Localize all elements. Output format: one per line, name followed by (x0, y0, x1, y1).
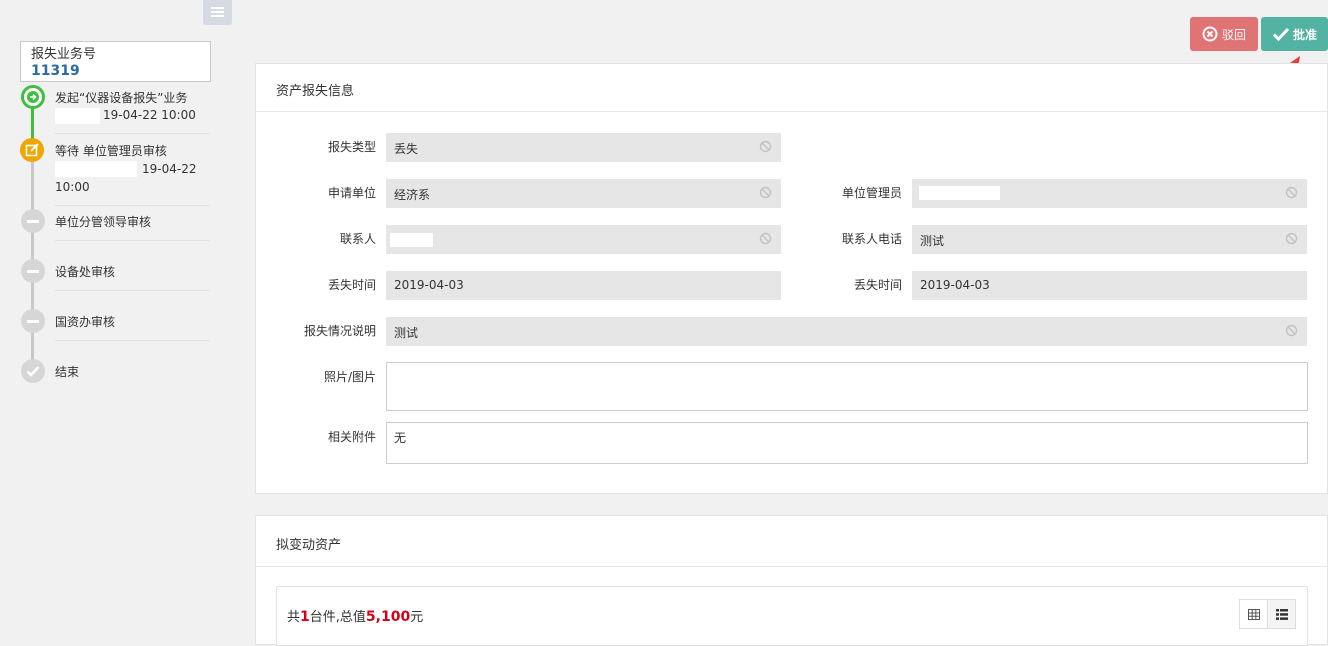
list-icon (1275, 608, 1288, 620)
loss-time-2-value: 2019-04-03 (920, 278, 990, 292)
step-1-time: 19-04-22 10:00 (103, 108, 196, 122)
step-6-title: 结束 (55, 365, 80, 379)
loss-time-2-label: 丢失时间 (853, 278, 902, 292)
pending-minus-icon (21, 259, 45, 283)
redacted-mask (390, 233, 433, 247)
contact-phone-value: 测试 (920, 234, 945, 248)
assets-summary: 共1台件,总值5,100元 (287, 606, 423, 625)
close-circle-icon (1202, 26, 1218, 42)
step-3-title: 单位分管领导审核 (55, 215, 152, 229)
photo-area[interactable] (386, 362, 1308, 411)
photo-label: 照片/图片 (323, 370, 376, 384)
business-number-label: 报失业务号 (31, 47, 97, 62)
step-divider (55, 290, 210, 291)
redacted-mask (919, 186, 1000, 200)
loss-type-field[interactable]: 丢失 (386, 133, 781, 162)
step-1-title: 发起“仪器设备报失”业务 (55, 91, 188, 105)
step-divider (55, 340, 210, 341)
disabled-icon (1285, 186, 1298, 199)
contact-phone-field[interactable]: 测试 (912, 225, 1307, 254)
loss-type-value: 丢失 (394, 142, 419, 156)
list-view-button[interactable] (1267, 599, 1296, 629)
step-5-title: 国资办审核 (55, 315, 116, 329)
hamburger-icon-bar (211, 11, 224, 13)
step-2-title: 等待 单位管理员审核 (55, 144, 167, 158)
hamburger-icon-bar (211, 15, 224, 17)
recall-button-label: 驳回 (1221, 27, 1246, 42)
loss-time-field[interactable]: 2019-04-03 (386, 271, 781, 300)
disabled-icon (759, 140, 772, 153)
contact-label: 联系人 (339, 232, 376, 246)
redacted-mask (55, 161, 137, 177)
step-2-time: 19-04-22 (142, 162, 197, 176)
apply-unit-field[interactable]: 经济系 (386, 179, 781, 208)
disabled-icon (759, 232, 772, 245)
summary-prefix: 共 (287, 610, 301, 625)
recall-button[interactable]: 驳回 (1190, 17, 1258, 51)
step-divider (55, 240, 210, 241)
loss-info-title: 资产报失信息 (256, 64, 1327, 112)
loss-time-value: 2019-04-03 (394, 278, 464, 292)
approve-button[interactable]: 批准 (1261, 17, 1328, 51)
summary-mid: 台件,总值 (309, 610, 366, 625)
disabled-icon (1285, 324, 1298, 337)
check-icon (21, 359, 45, 383)
disabled-icon (1285, 232, 1298, 245)
description-value: 测试 (394, 326, 419, 340)
hamburger-icon (211, 7, 224, 9)
pending-minus-icon (21, 309, 45, 333)
apply-unit-value: 经济系 (394, 188, 431, 202)
unit-admin-label: 单位管理员 (841, 186, 902, 200)
grid-icon (1247, 608, 1260, 620)
business-number-value: 11319 (31, 63, 80, 79)
contact-phone-label: 联系人电话 (841, 232, 902, 246)
pending-minus-icon (21, 209, 45, 233)
assets-title: 拟变动资产 (256, 516, 1327, 567)
attachment-area[interactable]: 无 (386, 422, 1308, 464)
grid-view-button[interactable] (1239, 599, 1268, 629)
step-4-title: 设备处审核 (55, 265, 116, 279)
edit-icon (20, 138, 44, 162)
disabled-icon (759, 186, 772, 199)
assets-summary-box (276, 586, 1308, 646)
timeline-line-done (31, 108, 34, 142)
business-number-box: 报失业务号 11319 (20, 41, 211, 82)
asset-count: 1 (300, 609, 310, 625)
description-label: 报失情况说明 (303, 324, 376, 338)
description-field[interactable]: 测试 (386, 317, 1307, 346)
step-divider (55, 133, 210, 134)
attachment-label: 相关附件 (327, 430, 376, 444)
redacted-mask (55, 108, 100, 124)
loss-time-2-field[interactable]: 2019-04-03 (912, 271, 1307, 300)
contact-field[interactable] (386, 225, 781, 254)
apply-unit-label: 申请单位 (327, 186, 376, 200)
step-done-icon (21, 85, 45, 109)
checkmark-icon (1272, 27, 1290, 42)
approve-button-label: 批准 (1292, 27, 1317, 42)
loss-time-label: 丢失时间 (327, 278, 376, 292)
attachment-value: 无 (394, 431, 407, 445)
asset-total: 5,100 (365, 609, 411, 625)
step-2-time-line2: 10:00 (55, 180, 90, 194)
step-divider (55, 205, 210, 206)
loss-type-label: 报失类型 (327, 140, 376, 154)
summary-suffix: 元 (410, 610, 424, 625)
menu-toggle-button[interactable] (203, 0, 232, 25)
